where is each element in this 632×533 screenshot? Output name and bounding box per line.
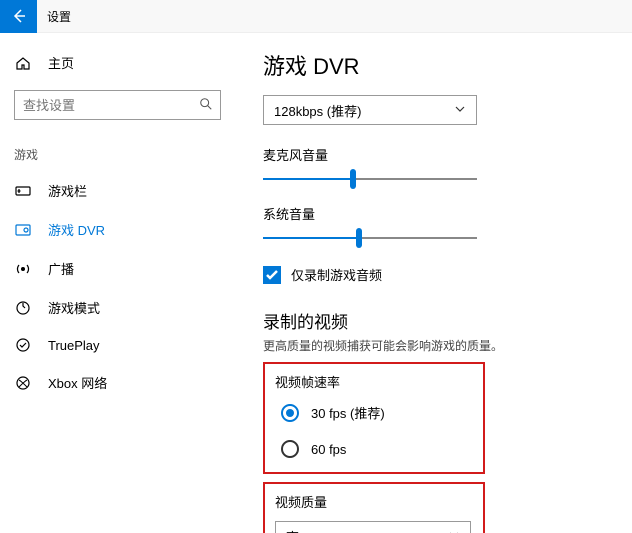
sidebar-item-broadcast[interactable]: 广播 <box>0 249 235 288</box>
home-link[interactable]: 主页 <box>0 45 235 80</box>
quality-label: 视频质量 <box>275 492 473 511</box>
sidebar-item-gamemode[interactable]: 游戏模式 <box>0 288 235 327</box>
sidebar-item-label: 广播 <box>48 259 74 278</box>
framerate-highlight-box: 视频帧速率 30 fps (推荐) 60 fps <box>263 362 485 474</box>
slider-fill <box>263 178 353 180</box>
sidebar-item-label: 游戏模式 <box>48 298 100 317</box>
quality-value: 高 <box>286 527 299 533</box>
sys-volume-block: 系统音量 <box>263 204 612 249</box>
window-title: 设置 <box>47 8 71 25</box>
mic-volume-slider[interactable] <box>263 168 477 190</box>
radio-label: 30 fps (推荐) <box>311 403 385 422</box>
slider-fill <box>263 237 359 239</box>
sidebar-item-xbox[interactable]: Xbox 网络 <box>0 363 235 402</box>
trueplay-icon <box>14 337 32 353</box>
home-label: 主页 <box>48 53 74 72</box>
sys-volume-slider[interactable] <box>263 227 477 249</box>
slider-thumb[interactable] <box>356 228 362 248</box>
quality-dropdown[interactable]: 高 <box>275 521 471 533</box>
title-bar: 设置 <box>0 0 632 33</box>
sidebar-item-gamebar[interactable]: 游戏栏 <box>0 171 235 210</box>
radio-60fps[interactable]: 60 fps <box>281 440 473 458</box>
sidebar-item-label: 游戏 DVR <box>48 220 105 239</box>
broadcast-icon <box>14 261 32 277</box>
sidebar-item-label: TruePlay <box>48 338 100 353</box>
sys-volume-label: 系统音量 <box>263 204 612 223</box>
page-title: 游戏 DVR <box>263 49 612 81</box>
sidebar: 主页 游戏 游戏栏 游戏 DVR 广播 游戏模式 TruePlay <box>0 33 235 533</box>
checkbox-label: 仅录制游戏音频 <box>291 265 382 284</box>
recorded-video-note: 更高质量的视频捕获可能会影响游戏的质量。 <box>263 337 612 354</box>
bitrate-value: 128kbps (推荐) <box>274 101 361 120</box>
radio-button <box>281 404 299 422</box>
chevron-down-icon <box>454 103 466 118</box>
xbox-icon <box>14 375 32 391</box>
search-icon <box>199 97 213 114</box>
slider-thumb[interactable] <box>350 169 356 189</box>
arrow-left-icon <box>11 8 27 24</box>
home-icon <box>14 55 32 71</box>
sidebar-item-label: Xbox 网络 <box>48 373 107 392</box>
only-game-audio-checkbox[interactable]: 仅录制游戏音频 <box>263 265 612 284</box>
bitrate-dropdown[interactable]: 128kbps (推荐) <box>263 95 477 125</box>
gamebar-icon <box>14 183 32 199</box>
recorded-video-heading: 录制的视频 <box>263 308 612 333</box>
main: 游戏 DVR 128kbps (推荐) 麦克风音量 系统音量 仅录制游戏音频 <box>235 33 632 533</box>
quality-highlight-box: 视频质量 高 <box>263 482 485 533</box>
gamemode-icon <box>14 300 32 316</box>
dvr-icon <box>14 222 32 238</box>
back-button[interactable] <box>0 0 37 33</box>
radio-label: 60 fps <box>311 442 346 457</box>
search-box[interactable] <box>14 90 221 120</box>
radio-button <box>281 440 299 458</box>
check-icon <box>265 268 279 282</box>
sidebar-item-label: 游戏栏 <box>48 181 87 200</box>
sidebar-item-trueplay[interactable]: TruePlay <box>0 327 235 363</box>
sidebar-section-label: 游戏 <box>0 120 235 171</box>
search-input[interactable] <box>23 98 199 113</box>
content: 主页 游戏 游戏栏 游戏 DVR 广播 游戏模式 TruePlay <box>0 33 632 533</box>
mic-volume-block: 麦克风音量 <box>263 145 612 190</box>
framerate-label: 视频帧速率 <box>275 372 473 391</box>
radio-30fps[interactable]: 30 fps (推荐) <box>281 403 473 422</box>
sidebar-item-dvr[interactable]: 游戏 DVR <box>0 210 235 249</box>
mic-volume-label: 麦克风音量 <box>263 145 612 164</box>
checkbox-box <box>263 266 281 284</box>
chevron-down-icon <box>448 529 460 533</box>
